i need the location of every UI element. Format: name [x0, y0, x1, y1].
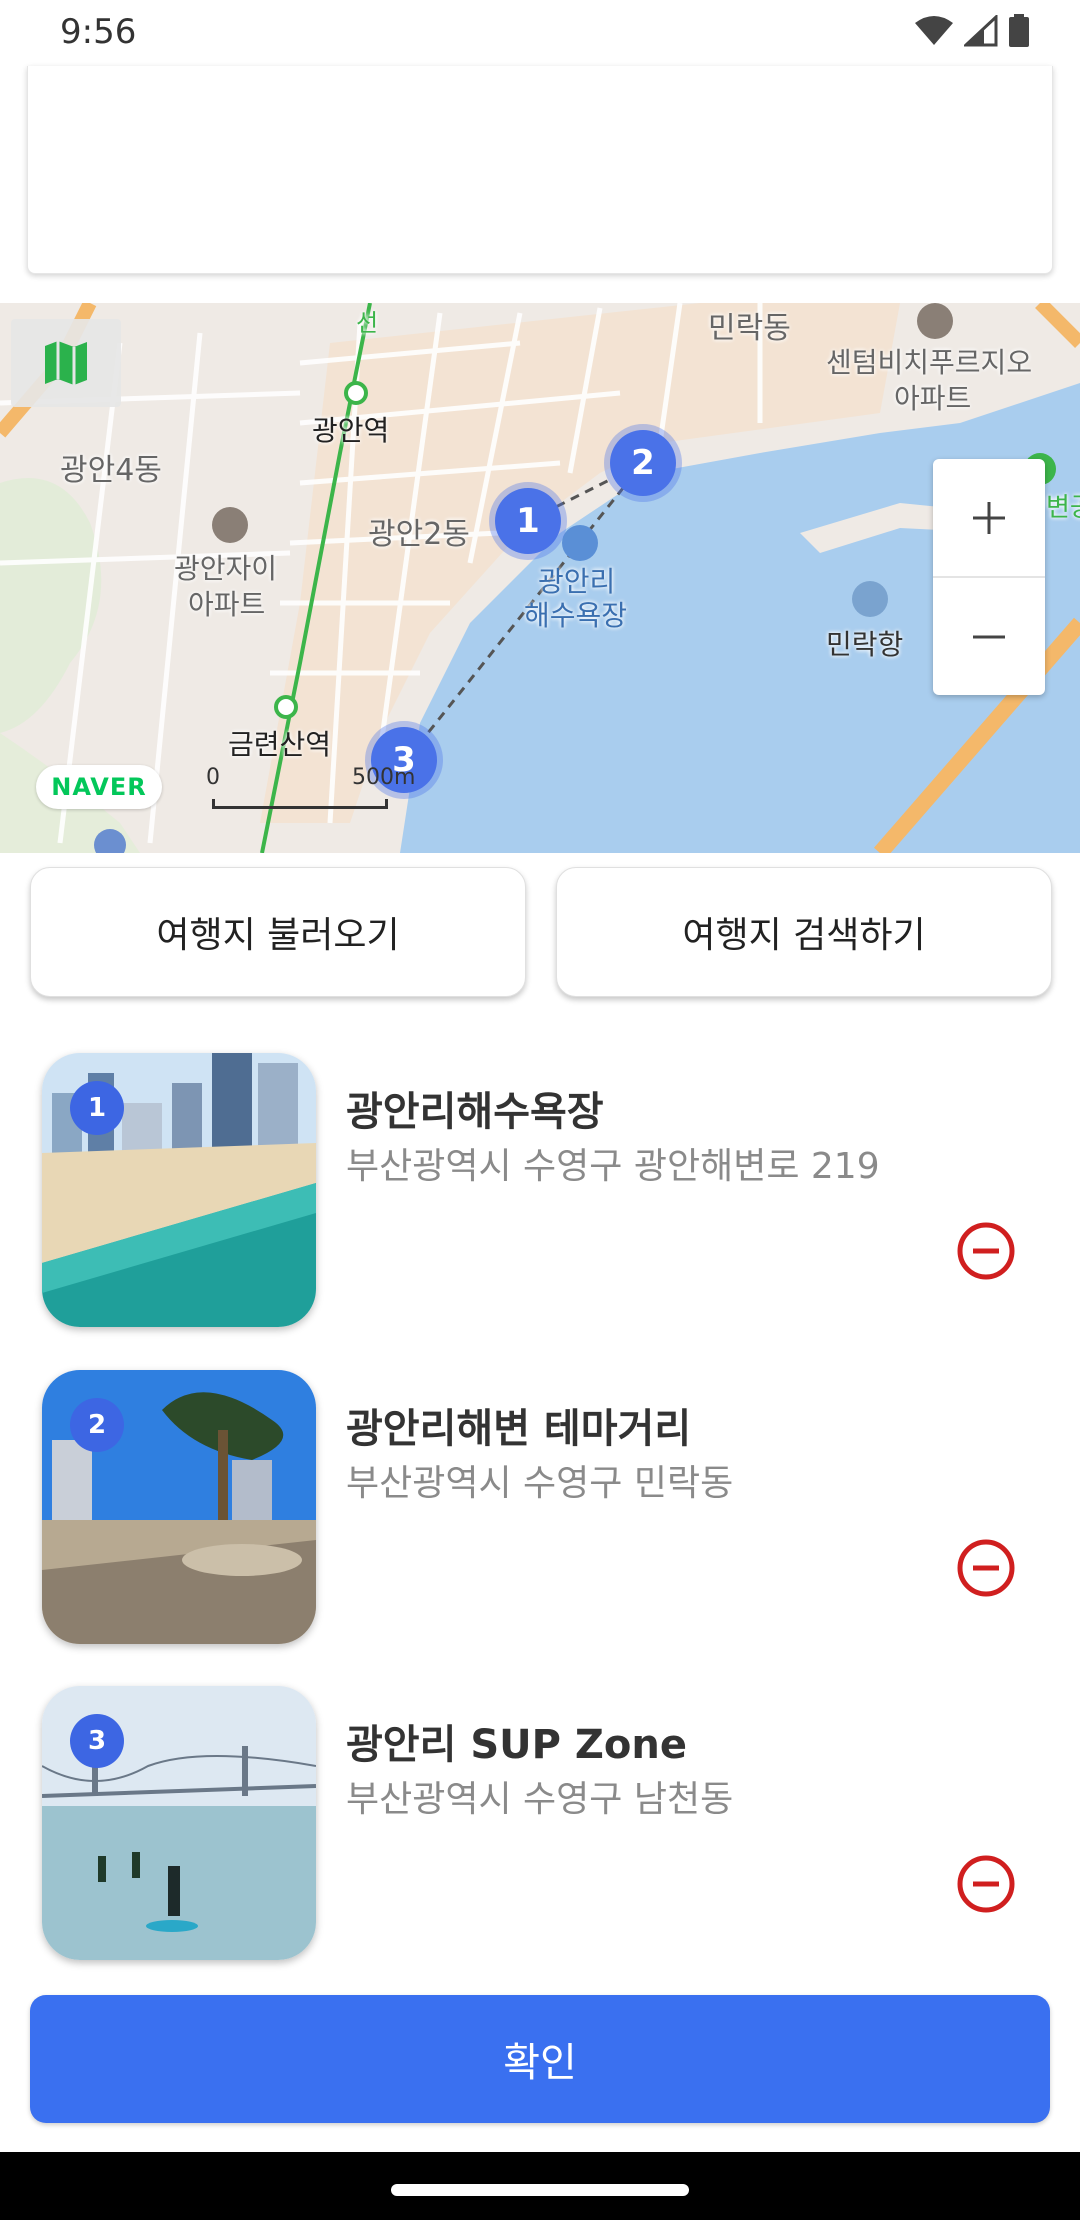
place-number-badge: 3	[70, 1714, 124, 1768]
map-label-minrak-dong: 민락동	[708, 311, 791, 346]
status-time: 9:56	[60, 12, 137, 52]
place-name: 광안리해수욕장	[346, 1089, 604, 1135]
map-label-geumryeonsan: 금련산역	[228, 728, 332, 761]
place-name: 광안리 SUP Zone	[346, 1722, 687, 1768]
status-icons	[914, 14, 1030, 48]
top-card	[27, 66, 1053, 274]
battery-icon	[1009, 14, 1029, 47]
home-indicator[interactable]	[391, 2184, 689, 2196]
list-item[interactable]: 1 광안리해수욕장 부산광역시 수영구 광안해변로 219	[0, 1053, 1080, 1333]
scale-bar	[212, 799, 388, 809]
list-item[interactable]: 2 광안리해변 테마거리 부산광역시 수영구 민락동	[0, 1370, 1080, 1650]
zoom-controls	[933, 459, 1045, 695]
map-type-button[interactable]	[11, 319, 121, 407]
zoom-in-button[interactable]	[933, 459, 1045, 576]
place-photo: 3	[42, 1686, 316, 1960]
map-label-centum-2: 아파트	[894, 382, 972, 415]
wifi-icon	[915, 16, 953, 45]
place-photo: 1	[42, 1053, 316, 1327]
place-number-badge: 1	[70, 1081, 124, 1135]
scale-distance-label: 500m	[352, 765, 416, 790]
map-view[interactable]: 민락동 센텀비치푸르지오 아파트 광안역 광안4동 광안2동 광안자이 아파트 …	[0, 303, 1080, 853]
map-label-gwangan-xi-2: 아파트	[188, 588, 266, 621]
zoom-out-button[interactable]	[933, 578, 1045, 695]
place-address: 부산광역시 수영구 광안해변로 219	[346, 1146, 880, 1187]
status-bar: 9:56	[0, 0, 1080, 66]
remove-circle-icon[interactable]	[956, 1221, 1016, 1281]
map-label-centum-1: 센텀비치푸르지오	[826, 346, 1033, 379]
map-label-minrak-port: 민락항	[826, 628, 904, 661]
scale-zero-label: 0	[206, 765, 220, 790]
search-destination-button[interactable]: 여행지 검색하기	[556, 867, 1052, 997]
remove-circle-icon[interactable]	[956, 1854, 1016, 1914]
place-photo: 2	[42, 1370, 316, 1644]
place-name: 광안리해변 테마거리	[346, 1406, 692, 1452]
map-marker-2[interactable]: 2	[610, 430, 676, 496]
map-marker-1[interactable]: 1	[495, 488, 561, 554]
map-label-gwangan-station: 광안역	[312, 414, 390, 447]
map-label-beach-1: 광안리	[538, 565, 616, 598]
minus-icon	[973, 635, 1005, 638]
load-destination-button[interactable]: 여행지 불러오기	[30, 867, 526, 997]
map-label-gwangan2: 광안2동	[368, 517, 470, 552]
place-address: 부산광역시 수영구 민락동	[346, 1463, 734, 1504]
map-label-gwangan-xi-1: 광안자이	[174, 552, 278, 585]
map-label-beach-2: 해수욕장	[524, 599, 628, 632]
navigation-bar	[0, 2152, 1080, 2220]
map-label-subway-line: 선	[356, 309, 379, 337]
place-address: 부산광역시 수영구 남천동	[346, 1779, 734, 1820]
map-label-gwangan4: 광안4동	[60, 453, 162, 488]
signal-icon	[964, 15, 998, 47]
confirm-button[interactable]: 확인	[30, 1995, 1050, 2123]
remove-circle-icon[interactable]	[956, 1538, 1016, 1598]
plus-icon	[973, 501, 1005, 534]
naver-logo: NAVER	[36, 765, 162, 809]
map-icon	[45, 341, 87, 385]
place-number-badge: 2	[70, 1398, 124, 1452]
list-item[interactable]: 3 광안리 SUP Zone 부산광역시 수영구 남천동	[0, 1686, 1080, 1966]
map-label-edge: 변공	[1046, 493, 1080, 523]
